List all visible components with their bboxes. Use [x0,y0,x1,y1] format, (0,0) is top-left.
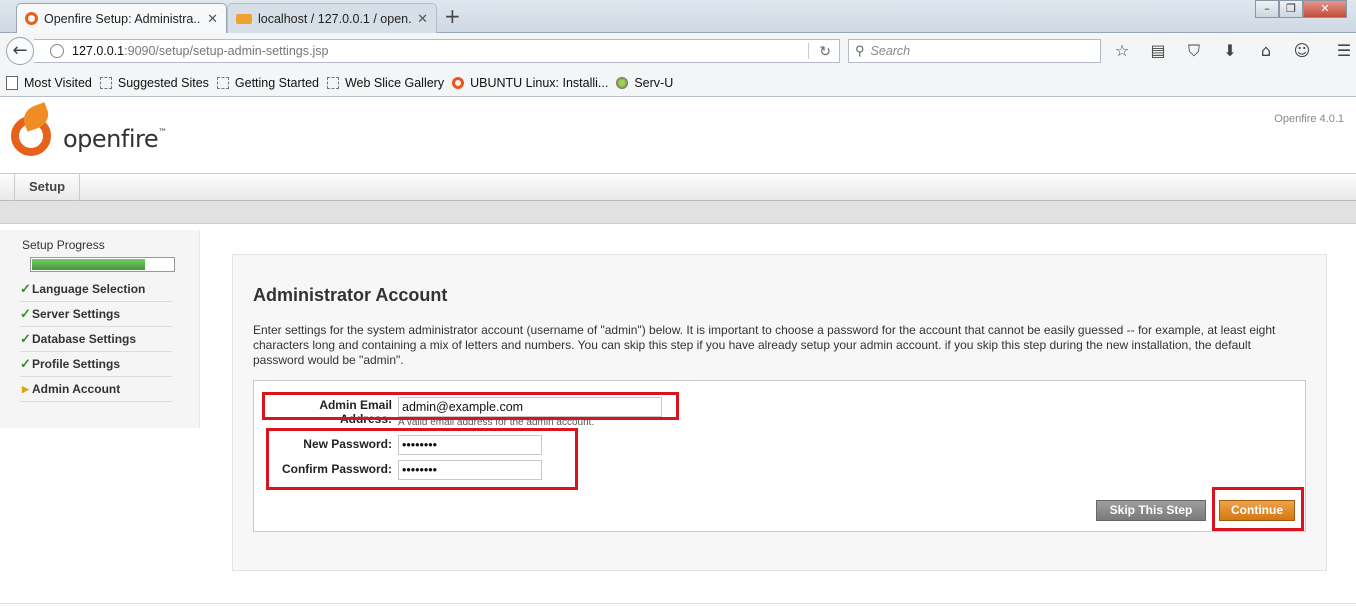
setup-progress-heading: Setup Progress [22,238,105,252]
tab-title: Openfire Setup: Administra... [44,11,202,26]
version-label: Openfire 4.0.1 [1274,113,1344,125]
check-icon: ✓ [20,356,31,371]
url-host: 127.0.0.1 [72,44,125,58]
step-database-settings: ✓ Database Settings [20,327,172,352]
highlight-passwords [266,428,578,490]
reload-icon[interactable]: ↻ [819,43,831,60]
step-label: Admin Account [32,382,121,396]
sub-menu-bar [0,201,1356,224]
footer-divider [0,603,1356,604]
new-tab-icon[interactable]: + [444,4,461,28]
menu-bar: Setup [0,173,1356,201]
page-icon [326,76,339,89]
search-icon: ⚲ [855,43,865,58]
bookmark-label: Getting Started [234,75,319,90]
bookmarks-toolbar: Most Visited Suggested Sites Getting Sta… [0,69,1356,97]
bookmark-ubuntu[interactable]: UBUNTU Linux: Installi... [452,76,608,90]
hello-icon[interactable]: ☺ [1292,41,1312,61]
url-bar[interactable]: 127.0.0.1:9090/setup/setup-admin-setting… [34,39,840,63]
phpmyadmin-favicon-icon [236,13,252,24]
step-label: Server Settings [32,307,121,321]
step-label: Database Settings [32,332,137,346]
search-placeholder: Search [870,44,911,58]
pocket-icon[interactable]: ⛉ [1184,41,1204,61]
openfire-flame-icon [9,102,57,156]
restore-icon[interactable]: ❐ [1279,0,1303,18]
check-icon: ✓ [20,281,31,296]
bookmark-label: Serv-U [634,75,674,90]
search-input[interactable]: ⚲ Search [848,39,1101,63]
step-profile-settings: ✓ Profile Settings [20,352,172,377]
admin-account-description: Enter settings for the system administra… [253,323,1276,367]
bookmark-label: Suggested Sites [117,75,209,90]
window-close-icon[interactable]: ✕ [1303,0,1347,18]
bookmark-label: UBUNTU Linux: Installi... [470,75,609,90]
close-icon[interactable]: ✕ [417,11,428,27]
menu-icon[interactable]: ☰ [1334,41,1354,61]
reading-list-icon[interactable]: ▤ [1148,41,1168,61]
bookmark-web-slice-gallery[interactable]: Web Slice Gallery [326,75,445,90]
tab-phpmyadmin[interactable]: localhost / 127.0.0.1 / open... ✕ [227,3,437,33]
folder-icon [6,75,18,90]
step-server-settings: ✓ Server Settings [20,302,172,327]
tab-setup[interactable]: Setup [14,174,81,201]
tab-bar: Openfire Setup: Administra... ✕ localhos… [0,0,1356,33]
ubuntu-icon [452,76,465,89]
step-admin-account: ▶ Admin Account [20,377,172,402]
back-button[interactable]: ← [6,37,34,65]
tab-title: localhost / 127.0.0.1 / open... [258,11,412,26]
home-icon[interactable]: ⌂ [1256,41,1276,61]
bookmark-label: Web Slice Gallery [344,75,445,90]
url-separator [808,43,809,59]
logo-trademark: ™ [158,128,168,138]
url-path: :9090/setup/setup-admin-settings.jsp [124,44,329,58]
logo-text: openfire [63,125,159,153]
highlight-email [262,392,679,420]
step-language-selection: ✓ Language Selection [20,277,172,302]
page-icon [216,76,229,89]
serv-u-icon [616,76,629,89]
admin-account-panel: Administrator Account Enter settings for… [232,254,1327,571]
setup-steps-list: ✓ Language Selection ✓ Server Settings ✓ Da… [20,277,172,402]
window-controls: – ❐ ✕ [1255,0,1347,18]
check-icon: ✓ [20,306,31,321]
tab-openfire-setup[interactable]: Openfire Setup: Administra... ✕ [16,3,227,33]
bookmark-most-visited[interactable]: Most Visited [6,75,92,90]
bookmark-getting-started[interactable]: Getting Started [216,75,319,90]
step-label: Language Selection [32,282,146,296]
navigation-bar: 127.0.0.1:9090/setup/setup-admin-setting… [0,33,1356,69]
bookmark-label: Most Visited [24,75,92,90]
progress-fill [32,259,145,270]
setup-progress-sidebar: Setup Progress ✓ Language Selection ✓ Serv… [0,230,200,428]
bookmark-suggested-sites[interactable]: Suggested Sites [99,75,209,90]
download-icon[interactable]: ⬇ [1220,41,1240,61]
page-content: openfire ™ Openfire 4.0.1 Setup Setup Pro… [0,97,1356,607]
minimize-icon[interactable]: – [1255,0,1279,18]
bookmark-star-icon[interactable]: ☆ [1112,41,1132,61]
setup-progress-bar [30,257,175,272]
admin-form: Admin Email Address: admin@example.com A… [253,380,1306,532]
openfire-favicon-icon [25,12,38,25]
openfire-logo: openfire ™ [9,102,168,156]
page-icon [99,76,112,89]
current-step-arrow-icon: ▶ [22,383,29,394]
highlight-continue [1212,487,1304,531]
close-icon[interactable]: ✕ [207,11,218,27]
toolbar-icons: ☆ ▤ ⛉ ⬇ ⌂ ☺ ☰ [1112,41,1354,61]
check-icon: ✓ [20,331,31,346]
skip-this-step-button[interactable]: Skip This Step [1096,500,1206,521]
bookmark-serv-u[interactable]: Serv-U [616,76,673,90]
step-label: Profile Settings [32,357,121,371]
site-info-icon[interactable] [50,44,64,58]
page-title: Administrator Account [253,285,448,305]
